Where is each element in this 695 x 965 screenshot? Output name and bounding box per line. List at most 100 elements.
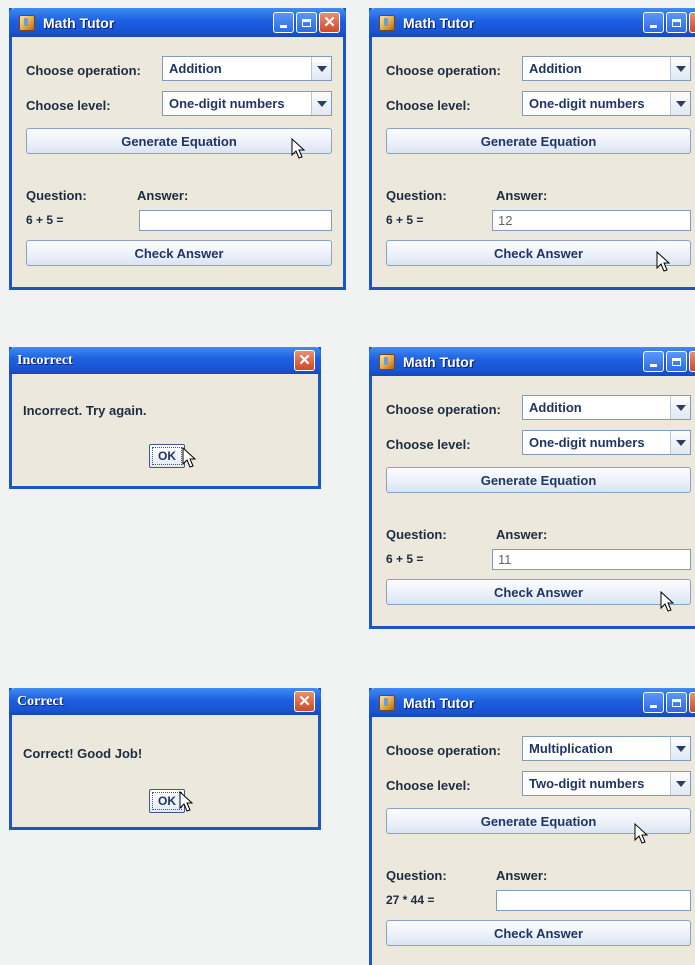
java-app-icon [379, 694, 395, 711]
maximize-icon [672, 18, 681, 27]
mouse-cursor-icon [291, 138, 306, 159]
java-app-icon [19, 14, 35, 31]
dialog-title: Correct [17, 693, 64, 709]
answer-field[interactable] [496, 890, 691, 911]
minimize-button[interactable] [643, 351, 664, 372]
title-bar[interactable]: Incorrect ✕ [9, 347, 321, 374]
generate-equation-button[interactable]: Generate Equation [386, 128, 691, 154]
close-button[interactable] [689, 692, 695, 713]
ok-button[interactable]: OK [149, 444, 185, 468]
answer-label: Answer: [496, 527, 548, 542]
mouse-cursor-icon [656, 251, 671, 272]
level-select[interactable]: One-digit numbers [162, 91, 332, 116]
generate-equation-button[interactable]: Generate Equation [26, 128, 332, 154]
operation-value: Addition [169, 61, 222, 76]
chevron-down-icon[interactable] [311, 92, 331, 115]
title-bar[interactable]: Correct ✕ [9, 688, 321, 715]
incorrect-dialog: Incorrect ✕ Incorrect. Try again. OK [9, 347, 321, 489]
close-button[interactable] [689, 12, 695, 33]
close-icon: ✕ [323, 14, 336, 31]
level-label: Choose level: [386, 778, 471, 793]
operation-select[interactable]: Multiplication [522, 736, 691, 761]
chevron-down-icon[interactable] [670, 431, 690, 454]
check-answer-button[interactable]: Check Answer [386, 920, 691, 946]
math-tutor-window: Math Tutor ✕ Choose operation: Addition … [9, 8, 346, 290]
minimize-icon [650, 705, 657, 708]
close-button[interactable]: ✕ [319, 12, 340, 33]
close-button[interactable]: ✕ [294, 691, 315, 712]
answer-value: 11 [498, 552, 512, 567]
question-label: Question: [386, 188, 447, 203]
title-bar[interactable]: Math Tutor [369, 688, 695, 717]
maximize-button[interactable] [666, 12, 687, 33]
check-answer-button[interactable]: Check Answer [386, 240, 691, 266]
answer-field[interactable]: 12 [492, 210, 691, 231]
question-text: 6 + 5 = [26, 213, 64, 227]
window-title: Math Tutor [403, 14, 475, 31]
title-bar[interactable]: Math Tutor [369, 347, 695, 376]
mouse-cursor-icon [182, 447, 197, 468]
math-tutor-window: Math Tutor Choose operation: Addition Ch… [369, 8, 695, 290]
minimize-icon [650, 25, 657, 28]
title-bar[interactable]: Math Tutor [369, 8, 695, 37]
minimize-button[interactable] [273, 12, 294, 33]
window-title: Math Tutor [43, 14, 115, 31]
minimize-icon [280, 25, 287, 28]
operation-label: Choose operation: [386, 743, 501, 758]
answer-label: Answer: [496, 188, 548, 203]
minimize-button[interactable] [643, 692, 664, 713]
chevron-down-icon[interactable] [670, 737, 690, 760]
operation-value: Addition [529, 400, 582, 415]
dialog-title: Incorrect [17, 352, 73, 368]
generate-equation-button[interactable]: Generate Equation [386, 467, 691, 493]
question-text: 6 + 5 = [386, 213, 424, 227]
window-title: Math Tutor [403, 353, 475, 370]
close-icon: ✕ [298, 693, 311, 710]
operation-select[interactable]: Addition [522, 56, 691, 81]
chevron-down-icon[interactable] [311, 57, 331, 80]
maximize-button[interactable] [296, 12, 317, 33]
operation-label: Choose operation: [26, 63, 141, 78]
level-value: Two-digit numbers [529, 776, 645, 791]
chevron-down-icon[interactable] [670, 57, 690, 80]
operation-select[interactable]: Addition [522, 395, 691, 420]
answer-field[interactable] [139, 210, 332, 231]
answer-field[interactable]: 11 [492, 549, 691, 570]
level-label: Choose level: [26, 98, 111, 113]
level-select[interactable]: One-digit numbers [522, 430, 691, 455]
dialog-message: Correct! Good Job! [23, 746, 143, 761]
question-text: 6 + 5 = [386, 552, 424, 566]
operation-value: Multiplication [529, 741, 613, 756]
level-label: Choose level: [386, 98, 471, 113]
level-select[interactable]: One-digit numbers [522, 91, 691, 116]
java-app-icon [379, 353, 395, 370]
mouse-cursor-icon [634, 823, 649, 844]
close-icon: ✕ [298, 352, 311, 369]
operation-label: Choose operation: [386, 402, 501, 417]
chevron-down-icon[interactable] [670, 772, 690, 795]
dialog-message: Incorrect. Try again. [23, 403, 147, 418]
operation-value: Addition [529, 61, 582, 76]
answer-label: Answer: [137, 188, 189, 203]
answer-label: Answer: [496, 868, 548, 883]
mouse-cursor-icon [660, 591, 675, 612]
check-answer-button[interactable]: Check Answer [386, 579, 691, 605]
question-label: Question: [26, 188, 87, 203]
close-button[interactable] [689, 351, 695, 372]
title-bar[interactable]: Math Tutor ✕ [9, 8, 346, 37]
correct-dialog: Correct ✕ Correct! Good Job! OK [9, 688, 321, 830]
level-select[interactable]: Two-digit numbers [522, 771, 691, 796]
question-label: Question: [386, 527, 447, 542]
answer-value: 12 [498, 213, 513, 228]
chevron-down-icon[interactable] [670, 396, 690, 419]
chevron-down-icon[interactable] [670, 92, 690, 115]
operation-select[interactable]: Addition [162, 56, 332, 81]
minimize-button[interactable] [643, 12, 664, 33]
close-button[interactable]: ✕ [294, 350, 315, 371]
check-answer-button[interactable]: Check Answer [26, 240, 332, 266]
java-app-icon [379, 14, 395, 31]
level-value: One-digit numbers [169, 96, 285, 111]
maximize-button[interactable] [666, 351, 687, 372]
window-title: Math Tutor [403, 694, 475, 711]
maximize-button[interactable] [666, 692, 687, 713]
